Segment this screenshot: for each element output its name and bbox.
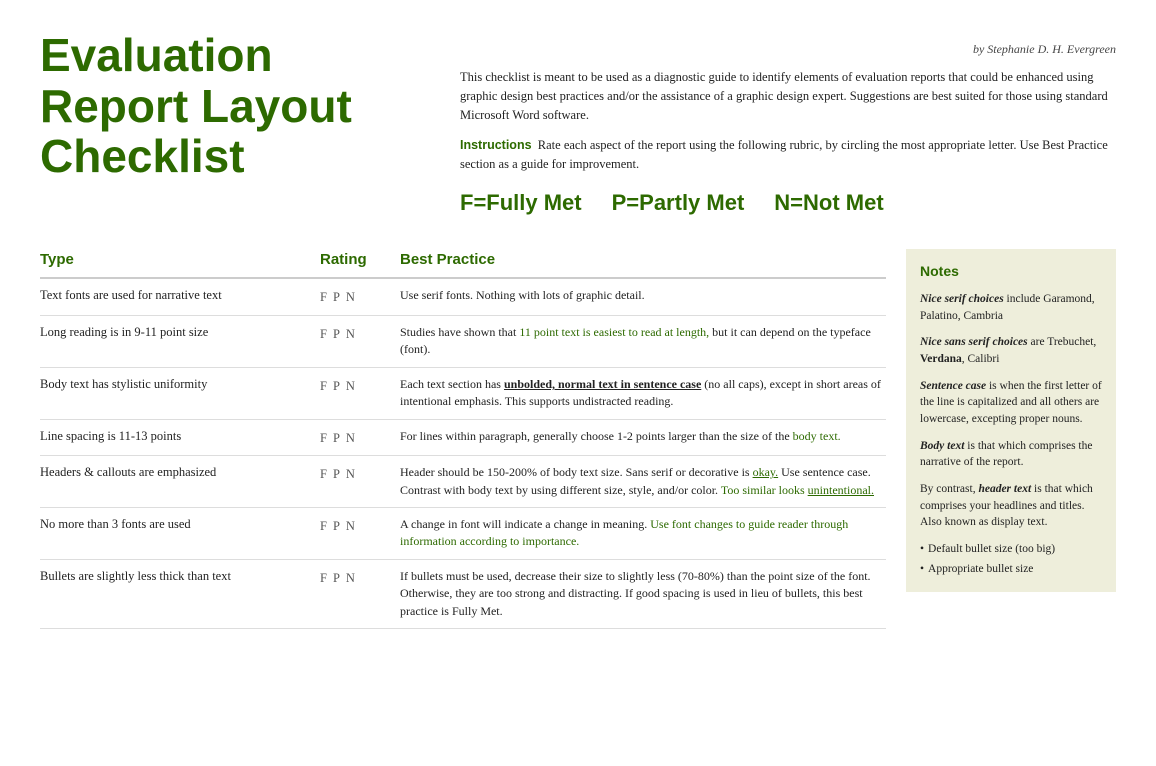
note-bullets: Default bullet size (too big) Appropriat… xyxy=(920,541,1102,577)
table-header: Type Rating Best Practice xyxy=(40,249,886,280)
byline-text: by Stephanie D. H. Evergreen xyxy=(973,42,1116,56)
rating-p[interactable]: P xyxy=(333,517,340,536)
row-type-2: Long reading is in 9-11 point size xyxy=(40,324,320,342)
row-best-1: Use serif fonts. Nothing with lots of gr… xyxy=(400,287,886,304)
rating-p[interactable]: P xyxy=(333,377,340,396)
row-rating-4: F P N xyxy=(320,428,400,448)
col-rating-header: Rating xyxy=(320,249,400,272)
col-best-header: Best Practice xyxy=(400,249,886,272)
row-rating-3: F P N xyxy=(320,376,400,396)
rating-n[interactable]: N xyxy=(346,288,355,307)
rating-n[interactable]: N xyxy=(346,465,355,484)
intro-block: by Stephanie D. H. Evergreen This checkl… xyxy=(460,30,1116,219)
notes-title: Notes xyxy=(920,261,1102,281)
row-type-1: Text fonts are used for narrative text xyxy=(40,287,320,305)
note-item-5: By contrast, header text is that which c… xyxy=(920,481,1102,531)
row-type-3: Body text has stylistic uniformity xyxy=(40,376,320,394)
table-row: No more than 3 fonts are used F P N A ch… xyxy=(40,508,886,560)
checklist-section: Type Rating Best Practice Text fonts are… xyxy=(40,249,886,629)
rating-p[interactable]: P xyxy=(333,429,340,448)
rating-n[interactable]: N xyxy=(346,377,355,396)
rating-f[interactable]: F xyxy=(320,429,327,448)
rating-f[interactable]: F xyxy=(320,517,327,536)
instructions: Instructions Rate each aspect of the rep… xyxy=(460,136,1116,174)
rating-n[interactable]: N xyxy=(346,429,355,448)
note-item-1: Nice serif choices include Garamond, Pal… xyxy=(920,291,1102,324)
header-section: Evaluation Report Layout Checklist by St… xyxy=(40,30,1116,219)
rating-not-met: N=Not Met xyxy=(774,186,883,219)
note-sentence-italic: Sentence case xyxy=(920,380,986,392)
intro-text: This checklist is meant to be used as a … xyxy=(460,68,1116,124)
instructions-text: Rate each aspect of the report using the… xyxy=(460,138,1108,171)
rating-partly-met: P=Partly Met xyxy=(612,186,745,219)
note-sans-italic: Nice sans serif choices xyxy=(920,336,1028,348)
main-table-area: Type Rating Best Practice Text fonts are… xyxy=(40,249,1116,629)
note-serif-italic: Nice serif choices xyxy=(920,293,1004,305)
rating-n[interactable]: N xyxy=(346,517,355,536)
table-row: Bullets are slightly less thick than tex… xyxy=(40,560,886,629)
rating-f[interactable]: F xyxy=(320,377,327,396)
instructions-label: Instructions xyxy=(460,138,532,152)
rating-fully-met: F=Fully Met xyxy=(460,186,582,219)
rating-p[interactable]: P xyxy=(333,288,340,307)
row-rating-5: F P N xyxy=(320,464,400,484)
row-best-7: If bullets must be used, decrease their … xyxy=(400,568,886,620)
rating-p[interactable]: P xyxy=(333,465,340,484)
table-row: Long reading is in 9-11 point size F P N… xyxy=(40,316,886,368)
note-header-italic: header text xyxy=(978,483,1031,495)
rating-f[interactable]: F xyxy=(320,465,327,484)
byline: by Stephanie D. H. Evergreen xyxy=(460,40,1116,58)
note-bullet-2: Appropriate bullet size xyxy=(920,561,1102,578)
row-best-4: For lines within paragraph, generally ch… xyxy=(400,428,886,445)
row-best-5: Header should be 150-200% of body text s… xyxy=(400,464,886,499)
row-type-5: Headers & callouts are emphasized xyxy=(40,464,320,482)
table-row: Text fonts are used for narrative text F… xyxy=(40,279,886,316)
note-item-4: Body text is that which comprises the na… xyxy=(920,438,1102,471)
row-best-6: A change in font will indicate a change … xyxy=(400,516,886,551)
note-item-3: Sentence case is when the first letter o… xyxy=(920,378,1102,428)
table-row: Line spacing is 11-13 points F P N For l… xyxy=(40,420,886,457)
row-type-7: Bullets are slightly less thick than tex… xyxy=(40,568,320,586)
row-rating-2: F P N xyxy=(320,324,400,344)
rating-p[interactable]: P xyxy=(333,325,340,344)
table-row: Body text has stylistic uniformity F P N… xyxy=(40,368,886,420)
rating-f[interactable]: F xyxy=(320,288,327,307)
row-rating-7: F P N xyxy=(320,568,400,588)
row-type-6: No more than 3 fonts are used xyxy=(40,516,320,534)
note-body-italic: Body text xyxy=(920,440,964,452)
rating-n[interactable]: N xyxy=(346,569,355,588)
row-best-2: Studies have shown that 11 point text is… xyxy=(400,324,886,359)
row-best-3: Each text section has unbolded, normal t… xyxy=(400,376,886,411)
rating-f[interactable]: F xyxy=(320,325,327,344)
page-title: Evaluation Report Layout Checklist xyxy=(40,30,420,182)
title-block: Evaluation Report Layout Checklist xyxy=(40,30,420,219)
row-rating-1: F P N xyxy=(320,287,400,307)
col-type-header: Type xyxy=(40,249,320,272)
note-bullet-1: Default bullet size (too big) xyxy=(920,541,1102,558)
rating-n[interactable]: N xyxy=(346,325,355,344)
row-rating-6: F P N xyxy=(320,516,400,536)
rating-f[interactable]: F xyxy=(320,569,327,588)
notes-panel: Notes Nice serif choices include Garamon… xyxy=(906,249,1116,593)
note-item-2: Nice sans serif choices are Trebuchet, V… xyxy=(920,334,1102,367)
rating-legend: F=Fully Met P=Partly Met N=Not Met xyxy=(460,186,1116,219)
rating-p[interactable]: P xyxy=(333,569,340,588)
row-type-4: Line spacing is 11-13 points xyxy=(40,428,320,446)
table-row: Headers & callouts are emphasized F P N … xyxy=(40,456,886,508)
